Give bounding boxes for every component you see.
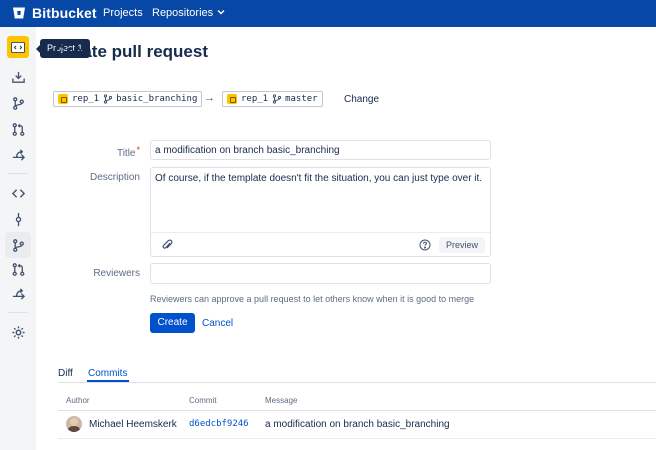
- target-repo-name: rep_1: [241, 94, 269, 104]
- project-avatar[interactable]: [7, 36, 29, 58]
- sidebar: [0, 27, 36, 450]
- required-mark: *: [136, 145, 140, 155]
- help-icon[interactable]: [419, 239, 431, 251]
- reviewers-input[interactable]: [150, 263, 491, 284]
- commits-icon[interactable]: [10, 211, 26, 227]
- column-header-commit: Commit: [189, 396, 217, 405]
- page-title: Create pull request: [54, 42, 208, 61]
- branch-icon: [272, 94, 282, 104]
- brand-name: Bitbucket: [32, 5, 97, 21]
- arrow-right-icon: →: [204, 92, 215, 104]
- description-text[interactable]: Of course, if the template doesn't fit t…: [155, 173, 482, 184]
- source-branch-selector[interactable]: rep_1 basic_branching: [53, 91, 203, 107]
- bitbucket-logo[interactable]: Bitbucket: [12, 3, 97, 23]
- repo-icon: [58, 94, 68, 104]
- branches-icon[interactable]: [10, 95, 26, 111]
- create-button[interactable]: Create: [150, 313, 195, 333]
- bitbucket-icon: [13, 7, 25, 19]
- source-branch-name: basic_branching: [116, 94, 198, 104]
- description-toolbar: Preview: [151, 232, 490, 256]
- clone-icon[interactable]: [10, 69, 26, 85]
- target-branch-selector[interactable]: rep_1 master: [222, 91, 323, 107]
- pull-requests-icon[interactable]: [10, 121, 26, 137]
- nav-repositories-label: Repositories: [152, 7, 214, 19]
- avatar: [66, 416, 82, 432]
- chevron-down-icon: [217, 10, 225, 15]
- settings-icon[interactable]: [10, 324, 26, 340]
- row-divider: [58, 438, 656, 439]
- branch-icon: [103, 94, 113, 104]
- preview-button[interactable]: Preview: [438, 237, 485, 253]
- column-header-author: Author: [66, 396, 90, 405]
- branches-icon[interactable]: [5, 232, 31, 258]
- commit-hash-link[interactable]: d6edcbf9246: [189, 419, 249, 429]
- reviewers-hint: Reviewers can approve a pull request to …: [150, 294, 475, 304]
- top-bar: Bitbucket Projects Repositories: [0, 0, 656, 27]
- description-editor[interactable]: Of course, if the template doesn't fit t…: [150, 167, 491, 257]
- tab-diff[interactable]: Diff: [58, 368, 73, 379]
- project-folder-icon: [11, 42, 25, 53]
- column-header-message: Message: [265, 396, 298, 405]
- title-input[interactable]: a modification on branch basic_branching: [150, 140, 491, 160]
- nav-projects[interactable]: Projects: [103, 7, 143, 19]
- commit-message: a modification on branch basic_branching: [265, 419, 450, 430]
- forks-icon[interactable]: [10, 286, 26, 302]
- target-branch-name: master: [285, 94, 318, 104]
- table-header-divider: [58, 410, 656, 411]
- title-label-text: Title: [116, 148, 136, 159]
- commit-author: Michael Heemskerk: [89, 419, 177, 430]
- sidebar-divider: [8, 312, 28, 313]
- change-branches-button[interactable]: Change: [344, 94, 379, 105]
- source-repo-name: rep_1: [72, 94, 100, 104]
- repo-icon: [227, 94, 237, 104]
- reviewers-label: Reviewers: [93, 268, 140, 279]
- attachment-icon[interactable]: [162, 239, 173, 251]
- description-label: Description: [89, 172, 140, 183]
- source-icon[interactable]: [10, 185, 26, 201]
- cancel-button[interactable]: Cancel: [202, 318, 233, 329]
- nav-repositories[interactable]: Repositories: [152, 7, 225, 19]
- tab-commits[interactable]: Commits: [88, 368, 127, 379]
- title-label: Title*: [20, 145, 140, 159]
- tabs-divider: [58, 382, 656, 383]
